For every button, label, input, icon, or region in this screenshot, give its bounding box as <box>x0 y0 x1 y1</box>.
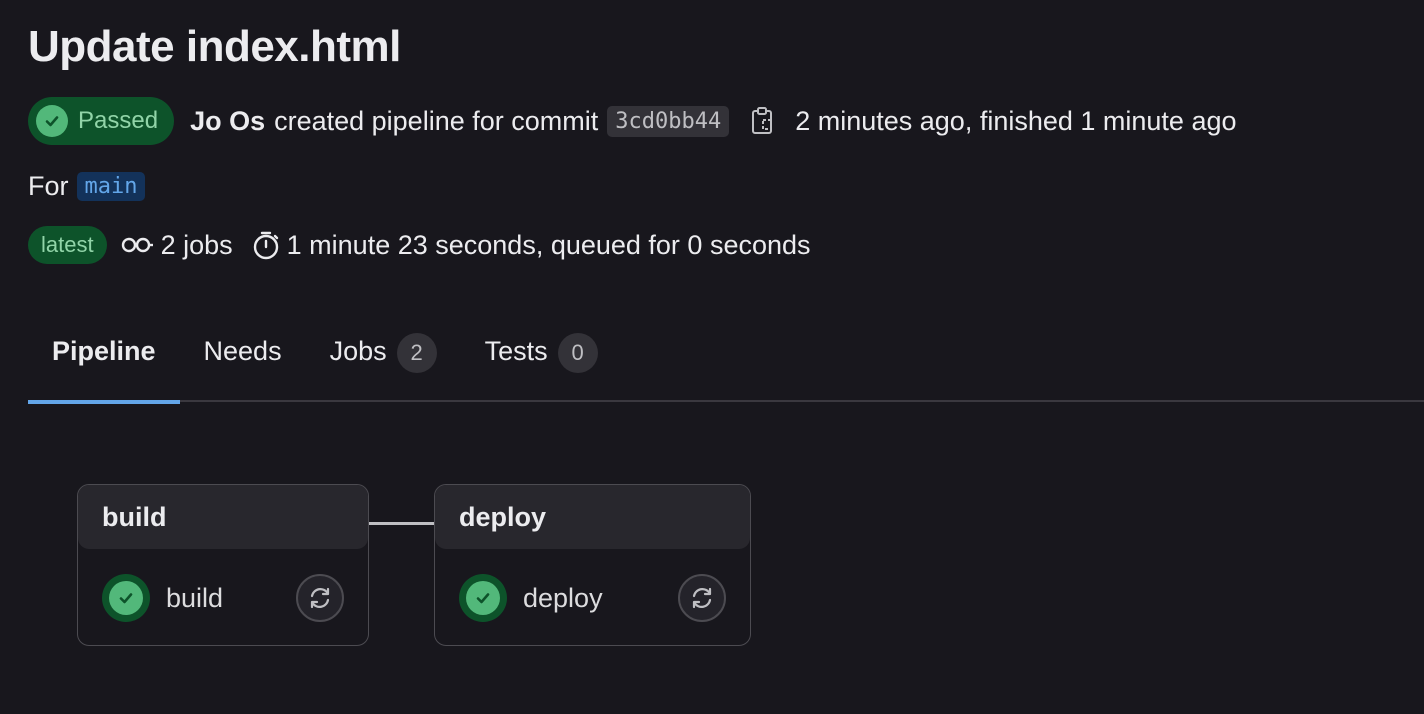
tab-label: Jobs <box>329 336 387 366</box>
tab-pipeline[interactable]: Pipeline <box>28 318 180 404</box>
stage-deploy: deploy deploy <box>434 484 751 646</box>
job-name-link[interactable]: build <box>166 583 296 614</box>
tab-label: Tests <box>484 336 548 366</box>
stage-title: deploy <box>435 485 750 549</box>
pipeline-meta-row: latest 2 jobs 1 minute 23 seconds, queue… <box>28 226 829 264</box>
duration: 1 minute 23 seconds, queued for 0 second… <box>251 230 811 261</box>
tab-count-badge: 0 <box>557 333 598 373</box>
pipeline-icon <box>121 237 153 253</box>
timer-icon <box>253 231 278 260</box>
job-status-success[interactable] <box>102 574 150 622</box>
jobs-count-text: 2 jobs <box>160 229 233 260</box>
pipeline-tabs: Pipeline Needs Jobs 2 Tests 0 <box>28 318 1424 404</box>
tab-label: Pipeline <box>52 336 156 366</box>
latest-badge: latest <box>28 226 107 264</box>
check-icon <box>109 581 143 615</box>
copy-sha-button[interactable] <box>745 103 781 139</box>
job-build: build <box>102 574 344 622</box>
page-title: Update index.html <box>28 22 401 71</box>
tab-needs[interactable]: Needs <box>180 318 306 402</box>
retry-job-button[interactable] <box>678 574 726 622</box>
ref-row: For main <box>28 168 146 204</box>
retry-icon <box>692 587 712 609</box>
job-status-success[interactable] <box>459 574 507 622</box>
ref-prefix: For <box>28 170 69 201</box>
jobs-count: 2 jobs <box>121 230 233 261</box>
commit-sha-link[interactable]: 3cd0bb44 <box>607 105 730 137</box>
job-name-link[interactable]: deploy <box>523 583 678 614</box>
tab-jobs[interactable]: Jobs 2 <box>306 318 461 402</box>
pipeline-page: Update index.html Passed Jo Os created p… <box>0 0 1424 714</box>
retry-job-button[interactable] <box>296 574 344 622</box>
tab-tests[interactable]: Tests 0 <box>461 318 622 402</box>
clipboard-icon <box>752 107 773 134</box>
action-text: created pipeline for commit <box>274 105 599 136</box>
tab-count-badge: 2 <box>396 333 437 373</box>
check-icon <box>466 581 500 615</box>
stage-title: build <box>78 485 368 549</box>
pipeline-header-row: Passed Jo Os created pipeline for commit… <box>28 97 1237 145</box>
author-link[interactable]: Jo Os <box>190 106 265 137</box>
check-circle-icon <box>36 105 68 137</box>
branch-link[interactable]: main <box>76 171 146 201</box>
retry-icon <box>310 587 330 609</box>
tab-label: Needs <box>203 336 282 366</box>
stage-build: build build <box>77 484 369 646</box>
stage-connector <box>368 522 434 525</box>
status-label: Passed <box>78 107 159 134</box>
pipeline-time-text: 2 minutes ago, finished 1 minute ago <box>795 105 1237 136</box>
status-badge[interactable]: Passed <box>28 97 175 145</box>
job-deploy: deploy <box>459 574 726 622</box>
duration-text: 1 minute 23 seconds, queued for 0 second… <box>286 229 811 260</box>
